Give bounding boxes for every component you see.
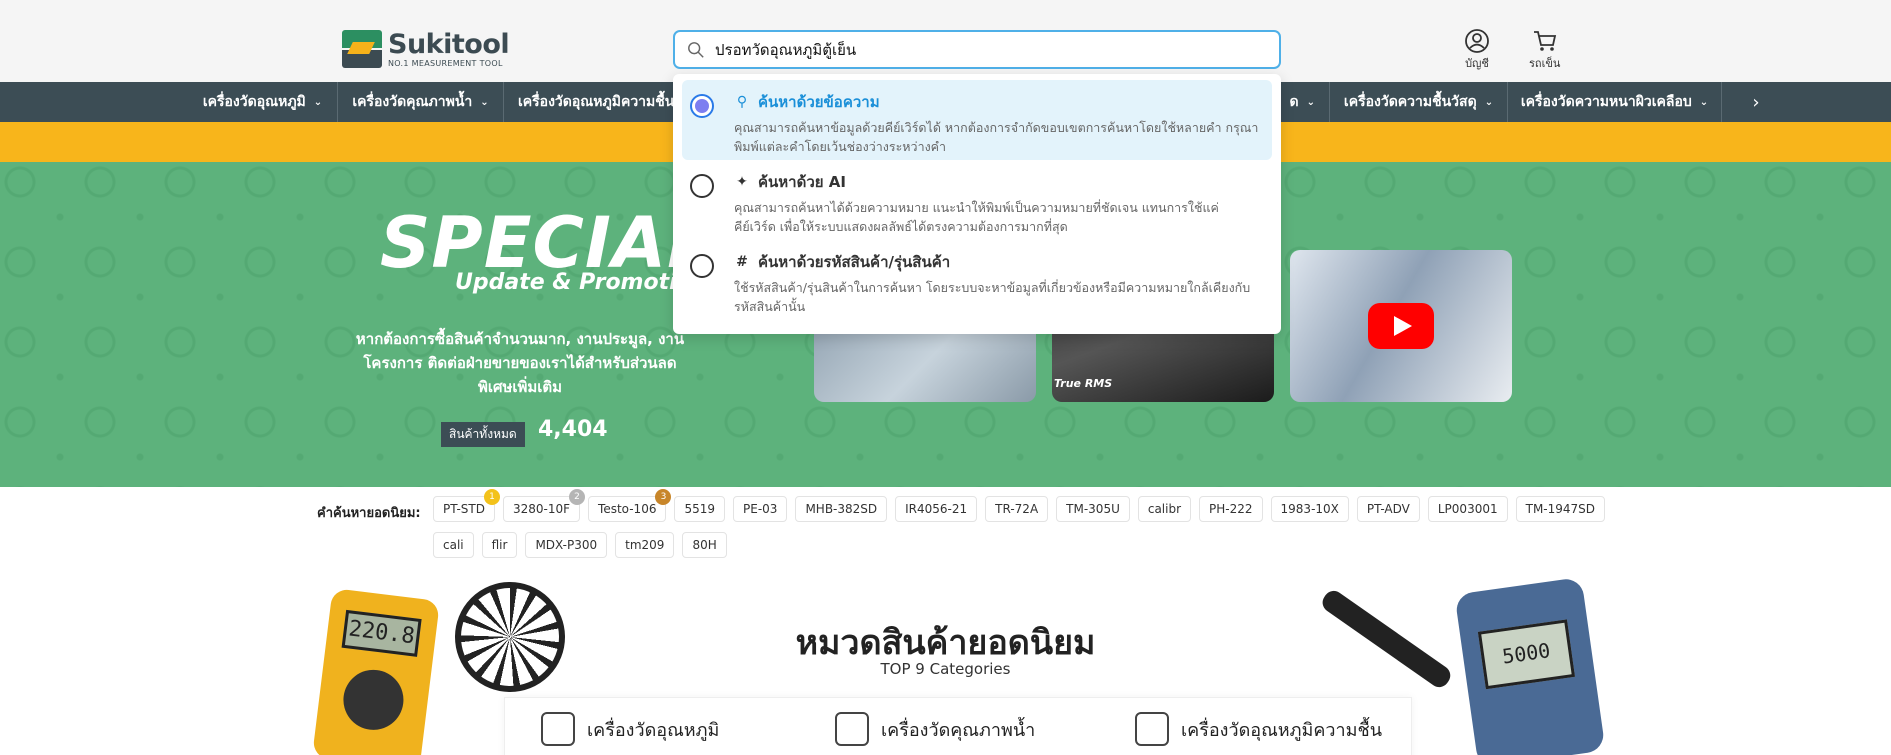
keyword-chip[interactable]: IR4056-21 bbox=[895, 496, 978, 522]
keyword-chip[interactable]: TM-1947SD bbox=[1515, 496, 1606, 522]
banner-update: Update & Promotic bbox=[455, 270, 690, 295]
cart-button[interactable]: รถเข็น bbox=[1529, 28, 1560, 72]
keyword-chip[interactable]: PH-222 bbox=[1199, 496, 1263, 522]
chevron-right-icon: › bbox=[1752, 91, 1760, 113]
keyword-chip[interactable]: MHB-382SD bbox=[795, 496, 888, 522]
category-temperature[interactable]: เครื่องวัดอุณหภูมิ bbox=[541, 712, 719, 746]
categories-subtitle: TOP 9 Categories bbox=[880, 660, 1011, 678]
keyword-chip[interactable]: Testo-106 3 bbox=[588, 489, 672, 522]
nav-item-coating-thickness[interactable]: เครื่องวัดความหนาผิวเคลือบ ⌄ bbox=[1508, 82, 1722, 122]
logo-tagline: NO.1 MEASUREMENT TOOL bbox=[388, 58, 503, 68]
header: Sukitool NO.1 MEASUREMENT TOOL บัญชี bbox=[0, 0, 1891, 82]
nav-item-water-quality[interactable]: เครื่องวัดคุณภาพน้ำ ⌄ bbox=[338, 82, 504, 122]
keyword-chip[interactable]: LP003001 bbox=[1427, 496, 1508, 522]
chevron-down-icon: ⌄ bbox=[1699, 96, 1709, 108]
chevron-down-icon: ⌄ bbox=[1306, 96, 1315, 108]
radio-icon[interactable] bbox=[690, 174, 714, 198]
keyword-chip[interactable]: TR-72A bbox=[985, 496, 1049, 522]
logo-name: Sukitool bbox=[388, 28, 510, 60]
nav-item-temp-humidity[interactable]: เครื่องวัดอุณหภูมิความชื้น bbox=[504, 82, 684, 122]
category-water-quality[interactable]: เครื่องวัดคุณภาพน้ำ bbox=[835, 712, 1035, 746]
categories-box: เครื่องวัดอุณหภูมิ เครื่องวัดคุณภาพน้ำ เ… bbox=[504, 697, 1412, 755]
nav-item-material-moisture[interactable]: เครื่องวัดความชื้นวัสดุ ⌄ bbox=[1330, 82, 1508, 122]
chevron-down-icon: ⌄ bbox=[1484, 96, 1494, 108]
nav-next-button[interactable]: › bbox=[1736, 82, 1776, 122]
rank-badge: 2 bbox=[569, 489, 586, 505]
keyword-chip[interactable]: tm209 bbox=[615, 532, 675, 558]
rank-badge: 1 bbox=[483, 489, 500, 505]
thermometer-icon bbox=[541, 712, 575, 746]
keyword-chip[interactable]: flir bbox=[481, 532, 518, 558]
hash-icon: # bbox=[736, 254, 748, 270]
banner-description: หากต้องการซื้อสินค้าจำนวนมาก, งานประมูล,… bbox=[355, 330, 685, 396]
video-thumbnail[interactable] bbox=[1290, 250, 1512, 402]
search-option-ai[interactable]: ✦ ค้นหาด้วย AI คุณสามารถค้นหาได้ด้วยความ… bbox=[682, 160, 1272, 240]
chevron-down-icon: ⌄ bbox=[480, 96, 489, 108]
chevron-down-icon: ⌄ bbox=[313, 96, 323, 108]
video-caption: True RMS bbox=[1054, 377, 1113, 390]
search-box[interactable] bbox=[673, 30, 1281, 69]
search-option-sku[interactable]: # ค้นหาด้วยรหัสสินค้า/รุ่นสินค้า ใช้รหัส… bbox=[682, 240, 1272, 320]
search-mode-dropdown: ⚲ ค้นหาด้วยข้อความ คุณสามารถค้นหาข้อมูลด… bbox=[673, 74, 1281, 334]
user-icon bbox=[1465, 29, 1489, 53]
key-icon: ⚲ bbox=[736, 94, 748, 110]
keyword-chip[interactable]: MDX-P300 bbox=[525, 532, 608, 558]
keyword-chip[interactable]: 80H bbox=[682, 532, 727, 558]
rank-badge: 3 bbox=[655, 489, 672, 505]
cart-icon bbox=[1533, 31, 1556, 51]
search-input[interactable] bbox=[715, 40, 1255, 59]
keyword-chip[interactable]: PE-03 bbox=[733, 496, 788, 522]
keyword-chip[interactable]: calibr bbox=[1137, 496, 1192, 522]
radio-icon[interactable] bbox=[690, 254, 714, 278]
keyword-chip[interactable]: 3280-10F 2 bbox=[502, 489, 586, 522]
search-option-text[interactable]: ⚲ ค้นหาด้วยข้อความ คุณสามารถค้นหาข้อมูลด… bbox=[682, 80, 1272, 160]
logo-mark-icon bbox=[342, 30, 382, 68]
keyword-chip-list: PT-STD 1 3280-10F 2 Testo-106 3 5519 PE-03 MHB-3… bbox=[433, 489, 1613, 558]
cart-label: รถเข็น bbox=[1529, 57, 1561, 70]
radio-selected-icon[interactable] bbox=[690, 94, 714, 118]
keyword-chip[interactable]: PT-ADV bbox=[1356, 496, 1420, 522]
nav-item-temperature[interactable]: เครื่องวัดอุณหภูมิ ⌄ bbox=[188, 82, 338, 122]
account-label: บัญชี bbox=[1465, 57, 1489, 70]
keyword-chip[interactable]: cali bbox=[433, 532, 474, 558]
keyword-chip[interactable]: TM-305U bbox=[1056, 496, 1130, 522]
account-button[interactable]: บัญชี bbox=[1464, 28, 1490, 72]
logo[interactable]: Sukitool NO.1 MEASUREMENT TOOL bbox=[342, 28, 510, 68]
popular-keywords-label: คำค้นหายอดนิยม: bbox=[317, 506, 421, 521]
humidity-icon bbox=[1135, 712, 1169, 746]
sparkle-icon: ✦ bbox=[736, 174, 748, 190]
keyword-chip[interactable]: 5519 bbox=[674, 496, 726, 522]
search-icon bbox=[688, 41, 704, 58]
category-temp-humidity[interactable]: เครื่องวัดอุณหภูมิความชื้น bbox=[1135, 712, 1382, 746]
keyword-chip[interactable]: 1983-10X bbox=[1270, 496, 1349, 522]
all-products-label: สินค้าทั้งหมด bbox=[441, 422, 525, 447]
page: Sukitool NO.1 MEASUREMENT TOOL บัญชี bbox=[0, 0, 1891, 755]
play-icon bbox=[1368, 303, 1434, 349]
water-quality-icon bbox=[835, 712, 869, 746]
all-products-count: 4,404 bbox=[538, 417, 608, 442]
keyword-chip[interactable]: PT-STD 1 bbox=[433, 489, 500, 522]
